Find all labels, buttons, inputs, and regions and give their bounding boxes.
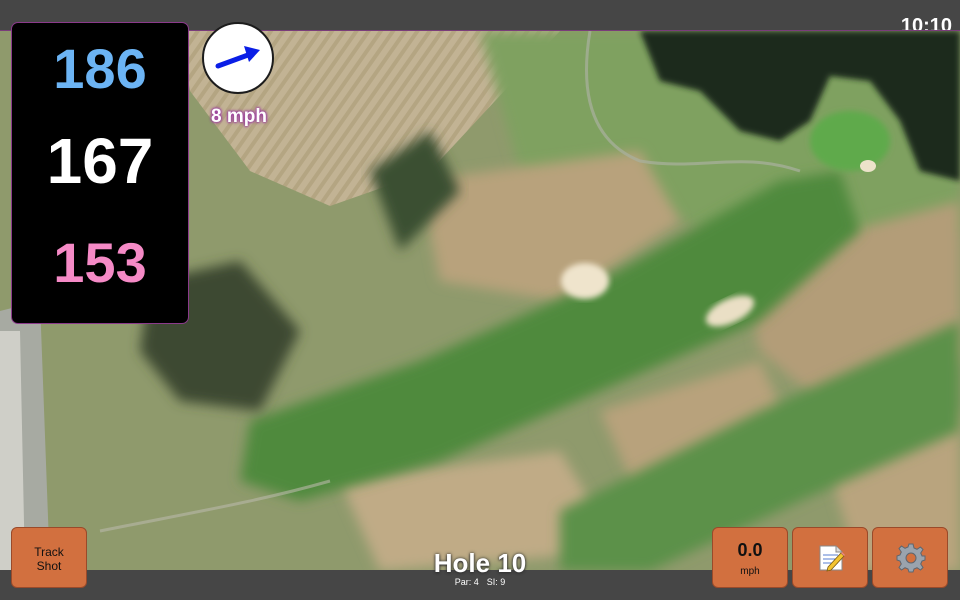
stroke-index-label: SI: 9 bbox=[486, 577, 506, 587]
speed-value: 0.0 bbox=[737, 540, 763, 560]
settings-button[interactable] bbox=[872, 527, 948, 588]
speed-button[interactable]: 0.0 mph bbox=[712, 527, 788, 588]
distance-panel: 186 167 153 bbox=[11, 22, 189, 324]
track-shot-button[interactable]: Track Shot bbox=[11, 527, 87, 588]
hole-title: Hole 10 bbox=[433, 548, 527, 578]
memo-icon bbox=[819, 545, 845, 572]
notes-button[interactable] bbox=[792, 527, 868, 588]
speed-unit: mph bbox=[740, 566, 760, 577]
wind-direction-indicator bbox=[202, 22, 274, 94]
back-of-green-distance: 186 bbox=[53, 37, 147, 100]
track-shot-label-line2: Shot bbox=[36, 559, 62, 573]
front-of-green-distance: 153 bbox=[53, 231, 147, 294]
gear-icon bbox=[896, 543, 926, 573]
hole-info: Par: 4 SI: 9 bbox=[380, 577, 580, 587]
arrow-icon bbox=[215, 46, 260, 69]
par-label: Par: 4 bbox=[454, 577, 479, 587]
track-shot-label-line1: Track bbox=[34, 545, 64, 559]
wind-speed-label: 8 mph bbox=[211, 106, 267, 127]
middle-of-green-distance: 167 bbox=[46, 125, 154, 197]
